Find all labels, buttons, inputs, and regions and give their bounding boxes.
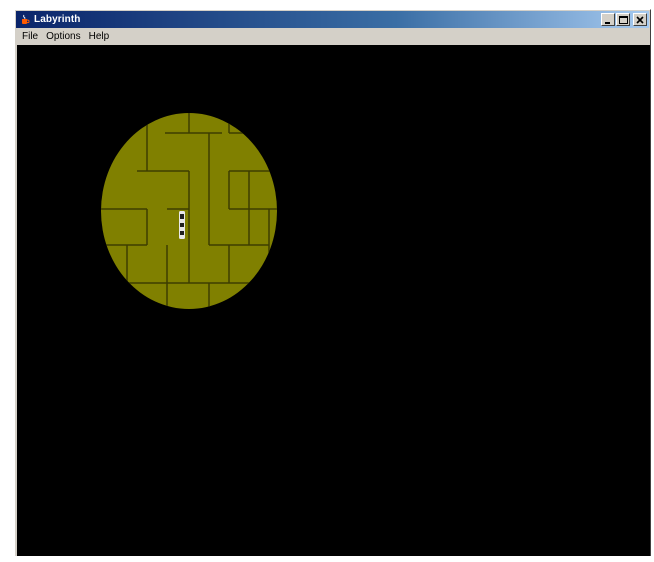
minimize-button[interactable]	[601, 13, 615, 26]
java-cup-icon[interactable]	[19, 14, 31, 26]
window-title: Labyrinth	[34, 14, 81, 25]
menu-options[interactable]: Options	[43, 31, 85, 42]
labyrinth-view	[101, 113, 277, 309]
title-bar[interactable]: Labyrinth	[16, 11, 649, 28]
player-sprite	[179, 211, 185, 239]
maximize-button[interactable]	[616, 13, 630, 26]
game-canvas[interactable]	[17, 45, 650, 556]
close-icon	[636, 15, 644, 24]
menu-bar: File Options Help	[16, 29, 649, 44]
menu-file[interactable]: File	[19, 31, 43, 42]
app-window: Labyrinth File Options Help	[14, 9, 651, 556]
window-controls	[600, 13, 647, 26]
close-button[interactable]	[633, 13, 647, 26]
minimize-icon	[605, 21, 610, 24]
maximize-icon	[618, 15, 628, 24]
menu-help[interactable]: Help	[86, 31, 115, 42]
